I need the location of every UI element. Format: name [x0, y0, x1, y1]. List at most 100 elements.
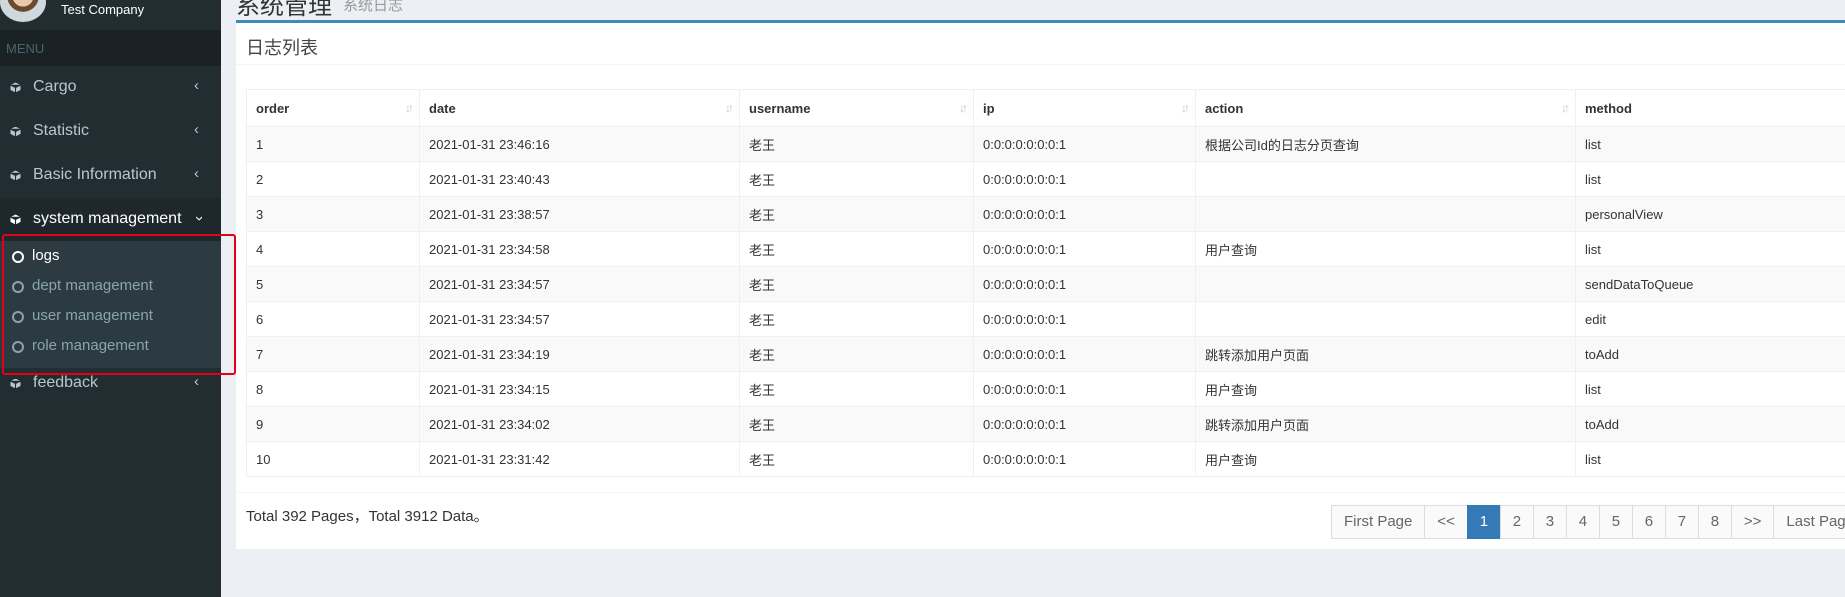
submenu-item-label: dept management: [32, 277, 153, 294]
cell-order: 8: [246, 371, 420, 407]
page-button-6[interactable]: 6: [1631, 505, 1666, 539]
cell-method: sendDataToQueue: [1575, 266, 1845, 302]
cell-date: 2021-01-31 23:34:15: [419, 371, 740, 407]
sidebar-item-statistic[interactable]: Statistic ‹: [0, 110, 221, 154]
cell-action: 根据公司Id的日志分页查询: [1195, 126, 1576, 162]
column-header-label: method: [1585, 100, 1632, 116]
submenu: logs dept management user management rol…: [0, 241, 221, 368]
table-header-row: order ↓↑ date ↓↑ username ↓↑ ip ↓↑ action ↓↑ …: [246, 89, 1845, 127]
cell-ip: 0:0:0:0:0:0:0:1: [973, 406, 1196, 442]
cell-method: list: [1575, 231, 1845, 267]
table-row: 9 2021-01-31 23:34:02 老王 0:0:0:0:0:0:0:1…: [246, 406, 1845, 442]
chevron-left-icon: ‹: [194, 165, 199, 182]
prev-page-button[interactable]: <<: [1424, 505, 1468, 539]
circle-icon: [12, 311, 24, 323]
cell-username: 老王: [739, 371, 974, 407]
column-header-action[interactable]: action ↓↑: [1195, 89, 1576, 127]
cell-ip: 0:0:0:0:0:0:0:1: [973, 126, 1196, 162]
sidebar-item-feedback[interactable]: feedback ‹: [0, 362, 221, 406]
pagination: First Page << 1 2 3 4 5 6 7 8 >> Last Pa…: [1331, 505, 1845, 539]
cell-action: 用户查询: [1195, 441, 1576, 477]
page-subtitle: 系统日志: [343, 0, 404, 14]
submenu-item-label: user management: [32, 307, 153, 324]
cell-action: 用户查询: [1195, 231, 1576, 267]
cell-username: 老王: [739, 161, 974, 197]
chevron-down-icon: ‹: [190, 216, 207, 221]
cell-ip: 0:0:0:0:0:0:0:1: [973, 161, 1196, 197]
page-button-5[interactable]: 5: [1598, 505, 1633, 539]
page-title: 系统管理: [236, 0, 332, 20]
cell-method: list: [1575, 126, 1845, 162]
divider: [236, 492, 1845, 493]
submenu-item-role-management[interactable]: role management: [0, 332, 221, 362]
sidebar-item-system-management[interactable]: system management ‹: [0, 198, 221, 242]
first-page-button[interactable]: First Page: [1331, 505, 1426, 539]
submenu-item-label: role management: [32, 337, 149, 354]
submenu-item-user-management[interactable]: user management: [0, 302, 221, 332]
last-page-button[interactable]: Last Page: [1773, 505, 1845, 539]
cell-order: 10: [246, 441, 420, 477]
sort-icon: ↓↑: [959, 101, 968, 115]
log-list-box: 日志列表 order ↓↑ date ↓↑ username ↓↑ ip ↓↑ acti…: [236, 20, 1845, 549]
sort-icon: ↓↑: [405, 101, 414, 115]
sidebar-item-label: Statistic: [33, 122, 90, 139]
cell-action: [1195, 161, 1576, 197]
cell-username: 老王: [739, 441, 974, 477]
cell-action: [1195, 301, 1576, 337]
page-button-3[interactable]: 3: [1532, 505, 1567, 539]
cell-method: personalView: [1575, 196, 1845, 232]
table-row: 5 2021-01-31 23:34:57 老王 0:0:0:0:0:0:0:1…: [246, 266, 1845, 302]
sidebar-item-label: feedback: [33, 374, 98, 391]
sidebar-item-basic-information[interactable]: Basic Information ‹: [0, 154, 221, 198]
cell-username: 老王: [739, 301, 974, 337]
cell-action: 跳转添加用户页面: [1195, 406, 1576, 442]
cell-method: list: [1575, 161, 1845, 197]
sort-icon: ↓↑: [725, 101, 734, 115]
cell-username: 老王: [739, 231, 974, 267]
circle-icon: [12, 281, 24, 293]
column-header-username[interactable]: username ↓↑: [739, 89, 974, 127]
table-row: 4 2021-01-31 23:34:58 老王 0:0:0:0:0:0:0:1…: [246, 231, 1845, 267]
column-header-label: order: [256, 100, 290, 116]
avatar: [0, 0, 46, 22]
total-summary: Total 392 Pages，Total 3912 Data。: [246, 508, 489, 525]
page-button-7[interactable]: 7: [1664, 505, 1699, 539]
column-header-order[interactable]: order ↓↑: [246, 89, 420, 127]
page-button-8[interactable]: 8: [1697, 505, 1732, 539]
cell-action: [1195, 196, 1576, 232]
table-row: 2 2021-01-31 23:40:43 老王 0:0:0:0:0:0:0:1…: [246, 161, 1845, 197]
cell-order: 2: [246, 161, 420, 197]
cell-order: 3: [246, 196, 420, 232]
column-header-date[interactable]: date ↓↑: [419, 89, 740, 127]
chevron-left-icon: ‹: [194, 121, 199, 138]
submenu-item-dept-management[interactable]: dept management: [0, 272, 221, 302]
page-button-2[interactable]: 2: [1499, 505, 1534, 539]
divider: [236, 64, 1845, 65]
column-header-method[interactable]: method: [1575, 89, 1845, 127]
circle-icon: [12, 341, 24, 353]
sort-icon: ↓↑: [1561, 101, 1570, 115]
cell-date: 2021-01-31 23:40:43: [419, 161, 740, 197]
cube-icon: [9, 213, 22, 226]
cell-method: list: [1575, 441, 1845, 477]
column-header-label: action: [1205, 100, 1244, 116]
cell-ip: 0:0:0:0:0:0:0:1: [973, 301, 1196, 337]
column-header-label: ip: [983, 100, 995, 116]
sidebar: Test Company MENU Cargo ‹ Statistic ‹ Ba…: [0, 0, 221, 597]
page-button-1[interactable]: 1: [1466, 505, 1501, 539]
submenu-item-logs[interactable]: logs: [0, 242, 221, 272]
cell-ip: 0:0:0:0:0:0:0:1: [973, 231, 1196, 267]
column-header-ip[interactable]: ip ↓↑: [973, 89, 1196, 127]
cube-icon: [9, 377, 22, 390]
cell-ip: 0:0:0:0:0:0:0:1: [973, 266, 1196, 302]
table-row: 3 2021-01-31 23:38:57 老王 0:0:0:0:0:0:0:1…: [246, 196, 1845, 232]
page-button-4[interactable]: 4: [1565, 505, 1600, 539]
cell-ip: 0:0:0:0:0:0:0:1: [973, 196, 1196, 232]
cell-username: 老王: [739, 336, 974, 372]
cell-username: 老王: [739, 196, 974, 232]
sidebar-item-cargo[interactable]: Cargo ‹: [0, 66, 221, 110]
sidebar-item-label: Cargo: [33, 78, 77, 95]
cell-ip: 0:0:0:0:0:0:0:1: [973, 336, 1196, 372]
cell-method: toAdd: [1575, 406, 1845, 442]
next-page-button[interactable]: >>: [1730, 505, 1775, 539]
